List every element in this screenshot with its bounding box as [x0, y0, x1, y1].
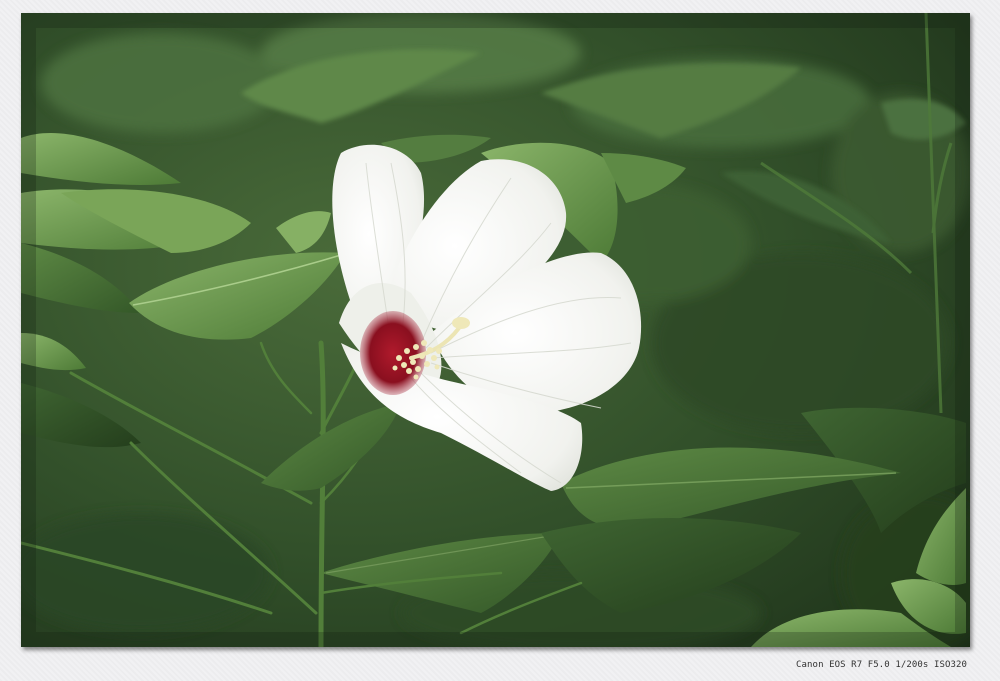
- hibiscus-photo-illustration: [21, 13, 970, 647]
- exif-caption: Canon EOS R7 F5.0 1/200s ISO320: [796, 660, 968, 670]
- photo: [21, 13, 970, 647]
- photo-frame: Canon EOS R7 F5.0 1/200s ISO320: [0, 0, 1000, 681]
